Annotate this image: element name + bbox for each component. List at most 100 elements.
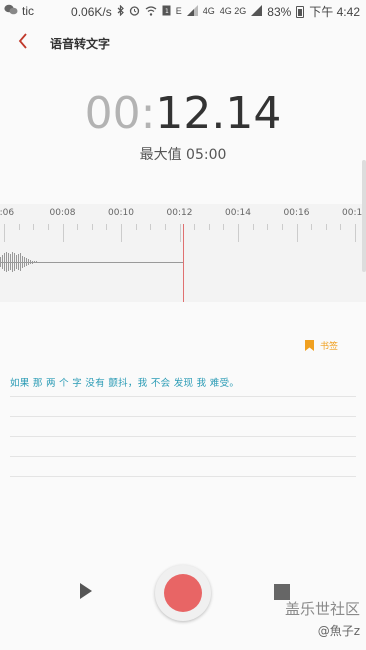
waveform-bar [24, 257, 25, 267]
carrier-label: tic [22, 4, 34, 18]
network-type-4g: 4G [202, 6, 215, 16]
timeline-tick [18, 224, 20, 230]
status-bar: tic 0.06K/s 1 E 4G 4G 2G 83% 下午 4:42 [0, 0, 366, 22]
alarm-icon [129, 5, 140, 19]
scroll-handle[interactable] [362, 160, 366, 272]
timeline-tick [311, 224, 313, 230]
waveform-bar [28, 259, 29, 265]
waveform-bar [10, 254, 11, 270]
timeline-tick [208, 224, 210, 230]
timeline-tick [281, 224, 283, 230]
timeline-tick [267, 224, 269, 230]
timeline-tick [106, 224, 108, 230]
page-title: 语音转文字 [50, 37, 111, 51]
timeline-tick [135, 224, 137, 230]
record-icon [164, 574, 202, 612]
sim-icon: 1 [162, 5, 171, 19]
timeline-tick [252, 224, 254, 230]
timeline-tick [121, 224, 122, 242]
watermark-user: @魚子z [317, 624, 360, 638]
timeline-tick [150, 224, 152, 230]
timeline-label: 00:08 [49, 208, 76, 218]
signal-icon [186, 4, 198, 19]
net-speed: 0.06K/s [71, 4, 112, 19]
timeline-labels: 0:0600:0800:1000:1200:1400:1600:18 [0, 208, 366, 222]
max-duration-label: 最大值 05:00 [139, 147, 227, 163]
timeline-tick [91, 224, 93, 230]
status-left: tic [4, 4, 34, 18]
waveform-bar [14, 253, 15, 271]
timeline-tick [355, 224, 356, 242]
waveform-bar [30, 260, 31, 264]
timeline-tick [340, 224, 342, 230]
timeline-tick [179, 224, 181, 242]
timeline-tick [47, 224, 49, 230]
transcript-rule [10, 456, 356, 457]
bluetooth-icon [117, 4, 124, 19]
battery-percent: 83% [267, 4, 292, 19]
timeline-tick [223, 224, 225, 230]
signal-icon-2 [251, 4, 263, 19]
transcript-rule [10, 436, 356, 437]
waveform-bar [4, 253, 5, 271]
battery-icon [296, 5, 305, 18]
network-type-e: E [175, 6, 182, 16]
waveform-timeline[interactable]: 0:0600:0800:1000:1200:1400:1600:18 [0, 204, 366, 302]
waveform-bar [8, 253, 9, 271]
play-button[interactable] [76, 582, 96, 604]
waveform-bar [0, 257, 1, 267]
timeline-label: 00:10 [108, 208, 134, 218]
waveform-bar [12, 252, 13, 272]
wechat-icon [4, 4, 18, 18]
watermark-title: 盖乐世社区 [284, 600, 360, 618]
waveform-bar [18, 254, 19, 270]
record-button[interactable] [155, 565, 211, 621]
waveform-bar [6, 252, 7, 272]
wifi-icon [145, 5, 157, 19]
transcript-rule [10, 396, 356, 397]
timeline-tick [77, 224, 79, 230]
bookmark-icon [305, 336, 314, 355]
recording-timer: 00:12.14 [0, 88, 366, 140]
timeline-tick [4, 224, 5, 242]
timeline-label: 0:06 [0, 208, 15, 218]
timeline-label: 00:12 [166, 208, 193, 218]
timeline-tick [62, 224, 64, 242]
timeline-label: 00:16 [283, 208, 310, 218]
timeline-tick [33, 224, 35, 230]
timeline-tick [238, 224, 239, 242]
playhead[interactable] [183, 224, 184, 302]
waveform-bar [26, 258, 27, 266]
watermark: 盖乐世社区 @魚子z [285, 598, 360, 639]
back-button[interactable] [10, 30, 36, 56]
waveform-bar [16, 255, 17, 269]
network-type-4g-2g: 4G 2G [219, 6, 247, 16]
svg-text:1: 1 [165, 8, 169, 15]
status-right: 0.06K/s 1 E 4G 4G 2G 83% 下午 4:42 [71, 3, 360, 20]
waveform-bar [36, 261, 37, 263]
transcript-area: 如果 那 两 个 字 没有 颤抖，我 不会 发现 我 难受。 [10, 378, 356, 477]
chevron-left-icon [18, 33, 28, 53]
timer-colon: : [140, 88, 156, 139]
waveform-bar [32, 260, 33, 264]
timeline-tick [296, 224, 298, 242]
timeline-tick [194, 224, 196, 230]
timer-seconds: 12.14 [155, 88, 282, 139]
waveform-bar [2, 255, 3, 269]
waveform-bar [38, 261, 39, 263]
bookmark-button[interactable]: 书签 [305, 336, 338, 355]
transcript-rule [10, 476, 356, 477]
clock: 下午 4:42 [309, 5, 360, 19]
transcript-text: 如果 那 两 个 字 没有 颤抖，我 不会 发现 我 难受。 [10, 378, 240, 389]
timeline-label: 00:14 [225, 208, 251, 218]
app-header: 语音转文字 [0, 26, 366, 60]
play-icon [79, 582, 93, 604]
waveform-bar [22, 256, 23, 268]
waveform-bar [34, 261, 35, 263]
transcript-rule [10, 416, 356, 417]
waveform-bar [20, 253, 21, 271]
bookmark-label: 书签 [320, 342, 339, 352]
timeline-tick [325, 224, 327, 230]
timeline-tick [164, 224, 166, 230]
timer-minutes: 00 [84, 88, 141, 139]
